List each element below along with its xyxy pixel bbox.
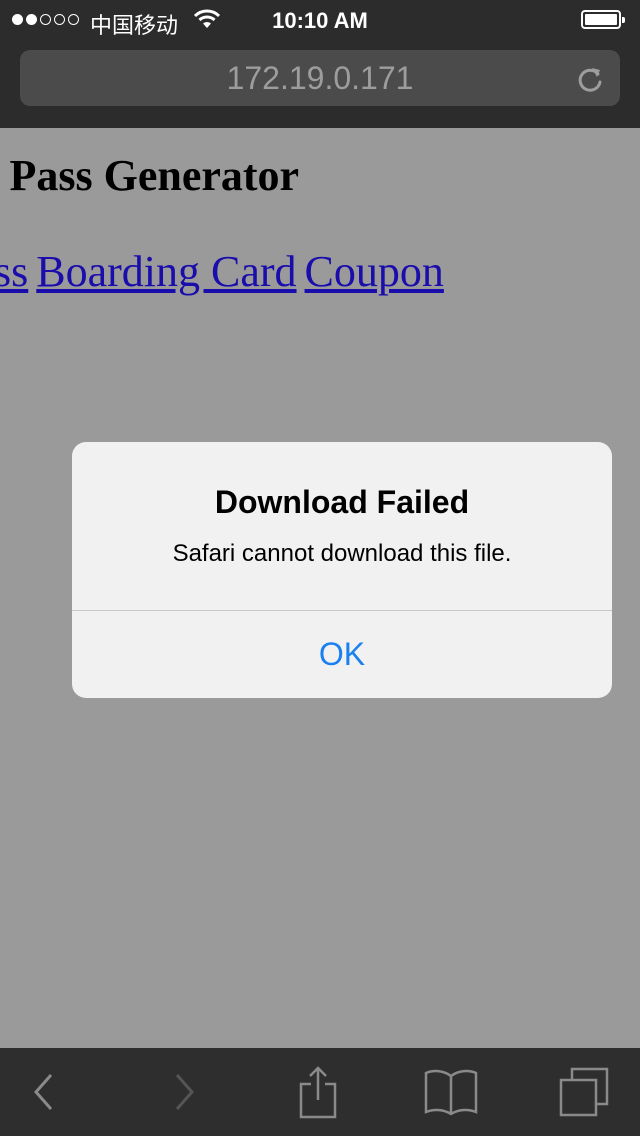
browser-top-bar: 中国移动 10:10 AM 172.19.0.171 — [0, 0, 640, 128]
tabs-icon[interactable] — [552, 1048, 616, 1136]
browser-toolbar — [0, 1048, 640, 1136]
ok-button[interactable]: OK — [72, 611, 612, 698]
url-text[interactable]: 172.19.0.171 — [20, 50, 620, 106]
link-pass[interactable]: ss — [0, 247, 28, 296]
status-time: 10:10 AM — [272, 8, 368, 33]
link-boarding-card[interactable]: Boarding Card — [36, 247, 296, 296]
reload-icon[interactable] — [576, 64, 604, 99]
battery-icon — [581, 10, 625, 29]
alert-dialog: Download Failed Safari cannot download t… — [72, 442, 612, 698]
forward-icon[interactable] — [154, 1048, 214, 1136]
alert-title: Download Failed — [214, 484, 470, 520]
bookmarks-icon[interactable] — [418, 1048, 484, 1136]
alert-message: Safari cannot download this file. — [172, 540, 512, 567]
status-bar: 中国移动 10:10 AM — [0, 0, 640, 40]
address-bar[interactable]: 172.19.0.171 — [20, 50, 620, 106]
page-links: ss Boarding Card Coupon — [0, 246, 452, 297]
page-title: k Pass Generator — [0, 151, 300, 200]
link-coupon[interactable]: Coupon — [305, 247, 444, 296]
share-icon[interactable] — [288, 1048, 348, 1136]
back-icon[interactable] — [14, 1048, 74, 1136]
